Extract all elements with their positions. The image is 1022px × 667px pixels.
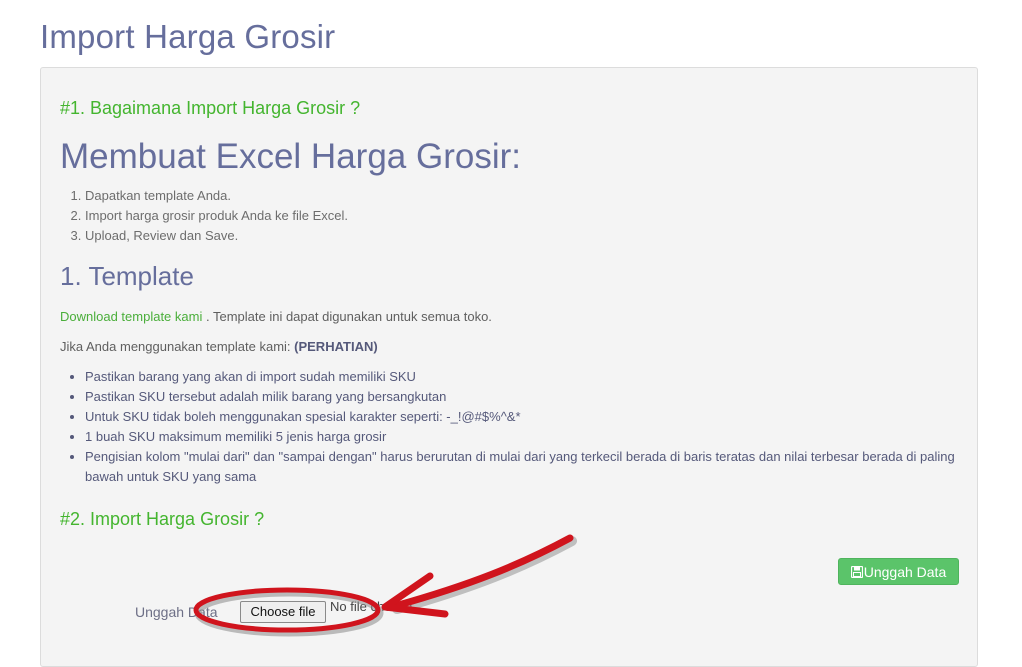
download-template-link[interactable]: Download template kami: [60, 309, 202, 324]
steps-list: Dapatkan template Anda. Import harga gro…: [60, 186, 348, 246]
page-title: Import Harga Grosir: [40, 18, 336, 55]
notice-text: Jika Anda menggunakan template kami:: [60, 339, 295, 354]
step-item: Upload, Review dan Save.: [85, 226, 348, 246]
rule-item: Pengisian kolom "mulai dari" dan "sampai…: [85, 447, 965, 487]
choose-file-button[interactable]: Choose file: [240, 601, 326, 623]
save-icon: [850, 565, 863, 579]
import-panel: #1. Bagaimana Import Harga Grosir ? Memb…: [40, 67, 978, 667]
rule-item: Untuk SKU tidak boleh menggunakan spesia…: [85, 407, 965, 427]
section2-heading: #2. Import Harga Grosir ?: [60, 509, 265, 529]
download-note: . Template ini dapat digunakan untuk sem…: [202, 309, 492, 324]
rule-item: 1 buah SKU maksimum memiliki 5 jenis har…: [85, 427, 965, 447]
step-item: Import harga grosir produk Anda ke file …: [85, 206, 348, 226]
upload-field-label: Unggah Data: [135, 604, 218, 620]
rule-item: Pastikan barang yang akan di import suda…: [85, 367, 965, 387]
step-item: Dapatkan template Anda.: [85, 186, 348, 206]
rule-item: Pastikan SKU tersebut adalah milik baran…: [85, 387, 965, 407]
notice-strong: (PERHATIAN): [294, 339, 378, 354]
section1-heading: #1. Bagaimana Import Harga Grosir ?: [60, 98, 361, 118]
upload-data-button-label: Unggah Data: [863, 564, 947, 580]
upload-data-button[interactable]: Unggah Data: [838, 558, 959, 585]
excel-heading: Membuat Excel Harga Grosir:: [60, 137, 521, 176]
template-heading: 1. Template: [60, 261, 194, 291]
rules-list: Pastikan barang yang akan di import suda…: [60, 367, 965, 487]
notice-paragraph: Jika Anda menggunakan template kami: (PE…: [60, 339, 378, 354]
file-status-text: No file chosen: [330, 599, 413, 614]
download-paragraph: Download template kami . Template ini da…: [60, 309, 492, 324]
